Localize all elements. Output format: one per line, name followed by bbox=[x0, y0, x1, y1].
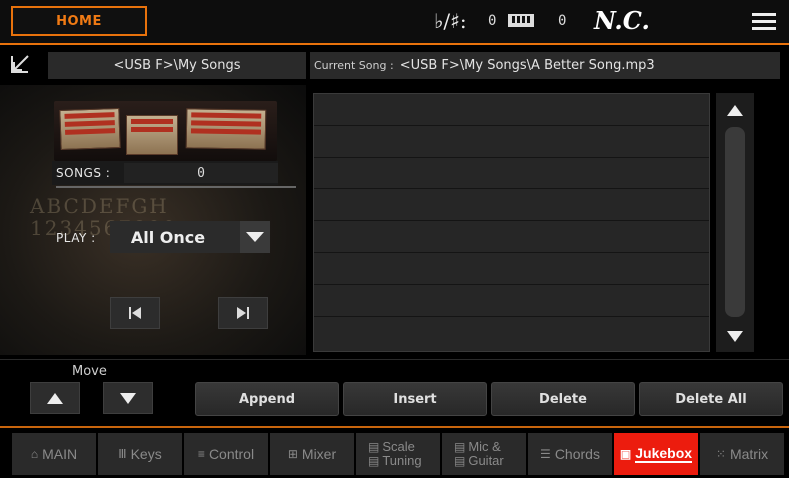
header-divider bbox=[0, 43, 789, 45]
mic-icon: ▤ bbox=[454, 440, 466, 454]
tab-mic-guitar[interactable]: ▤ Mic & ▤ Guitar bbox=[442, 433, 526, 475]
list-item[interactable] bbox=[314, 253, 709, 285]
keys-icon: Ⅲ bbox=[118, 447, 127, 461]
tab-scale-label: Scale bbox=[382, 439, 415, 454]
transpose-icon[interactable]: ♭/♯: bbox=[434, 9, 467, 33]
scale-icon: ▤ bbox=[368, 440, 380, 454]
jukebox-image bbox=[54, 101, 277, 161]
chevron-down-icon[interactable] bbox=[240, 221, 270, 253]
tab-tuning-label: Tuning bbox=[382, 453, 422, 468]
tab-jukebox-label: Jukebox bbox=[635, 444, 693, 463]
append-button[interactable]: Append bbox=[195, 382, 339, 416]
current-song-value: <USB F>\My Songs\A Better Song.mp3 bbox=[399, 58, 655, 73]
tab-control[interactable]: ≡ Control bbox=[184, 433, 268, 475]
next-song-button[interactable] bbox=[218, 297, 268, 329]
tab-chords-label: Chords bbox=[554, 446, 600, 462]
tab-main-label: MAIN bbox=[42, 446, 78, 462]
play-label: PLAY : bbox=[56, 231, 96, 245]
skip-forward-icon bbox=[237, 307, 249, 319]
tabs-divider bbox=[0, 426, 789, 428]
tab-chords[interactable]: ☰ Chords bbox=[528, 433, 612, 475]
play-mode-select[interactable]: All Once bbox=[110, 221, 270, 253]
move-up-button[interactable] bbox=[30, 382, 80, 414]
keyboard-icon[interactable] bbox=[508, 14, 534, 27]
current-song-label: Current Song : bbox=[314, 59, 394, 72]
tab-keys[interactable]: Ⅲ Keys bbox=[98, 433, 182, 475]
tab-main[interactable]: ⌂ MAIN bbox=[12, 433, 96, 475]
tab-scale-tuning[interactable]: ▤ Scale ▤ Tuning bbox=[356, 433, 440, 475]
list-item[interactable] bbox=[314, 189, 709, 222]
home-icon: ⌂ bbox=[30, 447, 39, 461]
delete-button[interactable]: Delete bbox=[491, 382, 635, 416]
menu-icon[interactable] bbox=[752, 13, 776, 31]
tab-mixer[interactable]: ⊞ Mixer bbox=[270, 433, 354, 475]
tuning-icon: ▤ bbox=[368, 454, 380, 468]
tab-matrix-label: Matrix bbox=[729, 446, 769, 462]
current-folder[interactable]: <USB F>\My Songs bbox=[48, 52, 306, 79]
tab-mixer-label: Mixer bbox=[301, 446, 337, 462]
octave-value: 0 bbox=[558, 13, 567, 29]
list-item[interactable] bbox=[314, 94, 709, 126]
list-item[interactable] bbox=[314, 221, 709, 253]
move-down-button[interactable] bbox=[103, 382, 153, 414]
tab-mic-label: Mic & bbox=[468, 439, 501, 454]
songs-count: 0 bbox=[124, 163, 278, 183]
separator bbox=[0, 359, 789, 360]
jukebox-icon: ▣ bbox=[619, 447, 632, 461]
chord-display: N.C. bbox=[594, 6, 650, 35]
insert-button[interactable]: Insert bbox=[343, 382, 487, 416]
guitar-icon: ▤ bbox=[454, 454, 466, 468]
skip-back-icon bbox=[129, 307, 141, 319]
tab-control-label: Control bbox=[208, 446, 255, 462]
mixer-icon: ⊞ bbox=[287, 447, 298, 461]
tab-keys-label: Keys bbox=[130, 446, 162, 462]
play-mode-value: All Once bbox=[130, 227, 206, 247]
jukebox-panel: SONGS : 0 ABCDEFGH 1234567890 PLAY : All … bbox=[0, 85, 306, 355]
control-icon: ≡ bbox=[197, 447, 205, 461]
song-list[interactable] bbox=[313, 93, 710, 352]
path-row: <USB F>\My Songs Current Song : <USB F>\… bbox=[0, 50, 789, 80]
list-item[interactable] bbox=[314, 158, 709, 190]
tab-matrix[interactable]: ⁙ Matrix bbox=[700, 433, 784, 475]
matrix-icon: ⁙ bbox=[715, 447, 726, 461]
delete-all-button[interactable]: Delete All bbox=[639, 382, 783, 416]
current-song-box: Current Song : <USB F>\My Songs\A Better… bbox=[310, 52, 780, 79]
songs-divider bbox=[56, 186, 296, 188]
home-button[interactable]: HOME bbox=[11, 6, 147, 36]
scroll-track[interactable] bbox=[725, 127, 745, 317]
list-scrollbar[interactable] bbox=[716, 93, 754, 352]
scroll-down-icon[interactable] bbox=[719, 323, 751, 349]
tab-jukebox[interactable]: ▣ Jukebox bbox=[614, 433, 698, 475]
tab-guitar-label: Guitar bbox=[468, 453, 504, 468]
transpose-value: 0 bbox=[488, 13, 497, 29]
chords-icon: ☰ bbox=[540, 447, 551, 461]
folder-up-icon[interactable] bbox=[9, 53, 31, 75]
top-bar: HOME ♭/♯: 0 0 N.C. bbox=[0, 0, 789, 44]
previous-song-button[interactable] bbox=[110, 297, 160, 329]
list-item[interactable] bbox=[314, 317, 709, 349]
list-item[interactable] bbox=[314, 126, 709, 158]
songs-label: SONGS : bbox=[56, 166, 111, 180]
move-label: Move bbox=[72, 364, 107, 379]
songs-counter: SONGS : 0 bbox=[52, 161, 278, 185]
list-item[interactable] bbox=[314, 285, 709, 317]
bottom-tabs: ⌂ MAIN Ⅲ Keys ≡ Control ⊞ Mixer ▤ Scale ▤… bbox=[12, 433, 784, 475]
scroll-up-icon[interactable] bbox=[719, 97, 751, 123]
